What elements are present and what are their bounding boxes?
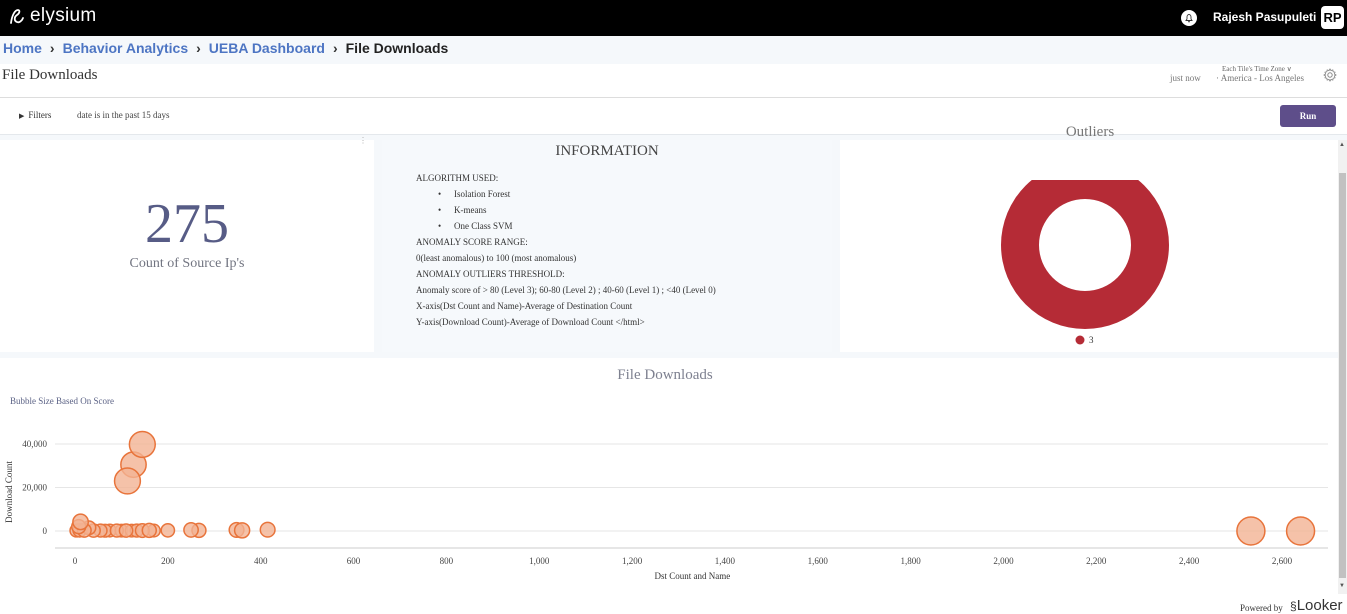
footer: [0, 594, 1347, 614]
breadcrumb-separator: ›: [196, 40, 201, 56]
x-tick-label: 400: [254, 556, 268, 566]
threshold-text: Anomaly score of > 80 (Level 3); 60-80 (…: [416, 285, 716, 295]
algorithm-item: Isolation Forest: [416, 186, 716, 202]
x-tick-label: 2,400: [1179, 556, 1200, 566]
x-tick-label: 1,200: [622, 556, 643, 566]
bubble-size-note: Bubble Size Based On Score: [10, 396, 114, 406]
scrollbar-thumb[interactable]: [1339, 173, 1346, 578]
x-tick-label: 200: [161, 556, 175, 566]
tile-menu-icon[interactable]: ⋮: [359, 136, 367, 145]
threshold-heading: ANOMALY OUTLIERS THRESHOLD:: [416, 269, 565, 279]
breadcrumb-behavior-analytics[interactable]: Behavior Analytics: [63, 40, 189, 56]
powered-by-text: Powered by: [1240, 603, 1283, 613]
scatter-point[interactable]: [160, 522, 176, 538]
donut-slice[interactable]: [1001, 180, 1169, 329]
scroll-up-icon[interactable]: ▲: [1339, 142, 1345, 148]
app-logo[interactable]: elysium: [8, 5, 97, 27]
user-name[interactable]: Rajesh Pasupuleti: [1213, 10, 1316, 24]
x-tick-label: 600: [347, 556, 361, 566]
outliers-donut-chart: 3: [1001, 180, 1169, 345]
scatter-point[interactable]: [113, 467, 142, 495]
breadcrumb: Home › Behavior Analytics › UEBA Dashboa…: [3, 40, 448, 56]
info-title: INFORMATION: [555, 143, 659, 159]
y-axis-text: Y-axis(Download Count)-Average of Downlo…: [416, 317, 645, 327]
looker-logo-icon: §: [1290, 599, 1297, 613]
y-tick-label: 40,000: [22, 439, 47, 449]
timezone-selector[interactable]: Each Tile's Time Zone ∨: [1222, 65, 1292, 73]
looker-brand-text: Looker: [1296, 597, 1343, 614]
scatter-title: File Downloads: [617, 367, 713, 383]
scatter-point[interactable]: [233, 522, 251, 539]
dashboard-header: [0, 64, 1347, 98]
filter-bar: [0, 98, 1347, 135]
scatter-point[interactable]: [259, 521, 276, 538]
algorithm-name: Isolation Forest: [454, 189, 511, 199]
filter-summary[interactable]: date is in the past 15 days: [77, 110, 169, 120]
y-axis-title: Download Count: [4, 461, 14, 523]
x-tick-label: 1,000: [529, 556, 550, 566]
scatter-point[interactable]: [1285, 516, 1316, 546]
user-avatar[interactable]: RP: [1321, 6, 1344, 29]
x-tick-label: 0: [73, 556, 78, 566]
x-tick-label: 800: [440, 556, 454, 566]
kpi-value: 275: [145, 193, 229, 255]
x-tick-label: 2,000: [993, 556, 1014, 566]
range-text: 0(least anomalous) to 100 (most anomalou…: [416, 253, 577, 263]
scatter-point[interactable]: [128, 430, 156, 459]
y-tick-label: 0: [43, 526, 48, 536]
x-tick-label: 1,400: [715, 556, 736, 566]
algorithm-item: K-means: [416, 202, 716, 218]
gear-icon[interactable]: [1323, 68, 1337, 82]
scatter-point[interactable]: [1236, 516, 1266, 546]
breadcrumb-ueba-dashboard[interactable]: UEBA Dashboard: [209, 40, 325, 56]
algorithm-item: One Class SVM: [416, 218, 716, 234]
kpi-label: Count of Source Ip's: [129, 256, 245, 271]
run-button[interactable]: Run: [1280, 105, 1336, 127]
scatter-point[interactable]: [72, 513, 90, 531]
x-tick-label: 1,600: [808, 556, 829, 566]
scroll-down-icon[interactable]: ▼: [1339, 583, 1345, 589]
legend-marker: [1075, 335, 1085, 345]
last-updated: just now: [1170, 73, 1201, 83]
filters-label: Filters: [28, 110, 52, 120]
range-heading: ANOMALY SCORE RANGE:: [416, 237, 528, 247]
breadcrumb-separator: ›: [49, 40, 55, 56]
scatter-point[interactable]: [183, 522, 199, 538]
app-name: elysium: [30, 5, 97, 26]
timezone-value: · America - Los Angeles: [1216, 73, 1304, 83]
filters-toggle[interactable]: ▶ Filters: [19, 110, 51, 120]
legend-label: 3: [1089, 335, 1094, 345]
x-tick-label: 2,200: [1086, 556, 1107, 566]
algorithm-heading: ALGORITHM USED:: [416, 173, 499, 183]
x-axis-text: X-axis(Dst Count and Name)-Average of De…: [416, 301, 633, 311]
x-tick-label: 2,600: [1272, 556, 1293, 566]
outliers-title: Outliers: [1065, 124, 1115, 140]
bell-icon: [1185, 14, 1193, 23]
caret-right-icon: ▶: [19, 112, 25, 120]
notifications-button[interactable]: [1181, 10, 1197, 26]
algorithm-name: K-means: [454, 205, 487, 215]
breadcrumb-home[interactable]: Home: [3, 40, 42, 56]
y-tick-label: 20,000: [22, 483, 47, 493]
file-downloads-scatter-chart: 0 20,000 40,000 0 200 400 600 800 1,000 1,200 1,40…: [4, 430, 1328, 581]
breadcrumb-separator: ›: [332, 40, 338, 56]
elysium-logo-icon: [10, 9, 24, 24]
looker-brand: §Looker: [1290, 597, 1343, 614]
algorithm-name: One Class SVM: [454, 221, 513, 231]
scatter-point[interactable]: [141, 522, 158, 539]
top-navbar: elysium Rajesh Pasupuleti RP: [0, 0, 1347, 36]
dashboard-title: File Downloads: [2, 67, 98, 83]
x-tick-label: 1,800: [900, 556, 921, 566]
breadcrumb-current: File Downloads: [345, 40, 449, 56]
info-content: ALGORITHM USED: Isolation Forest K-means…: [416, 170, 716, 330]
scatter-point[interactable]: [118, 523, 134, 538]
x-axis-title: Dst Count and Name: [655, 571, 731, 581]
